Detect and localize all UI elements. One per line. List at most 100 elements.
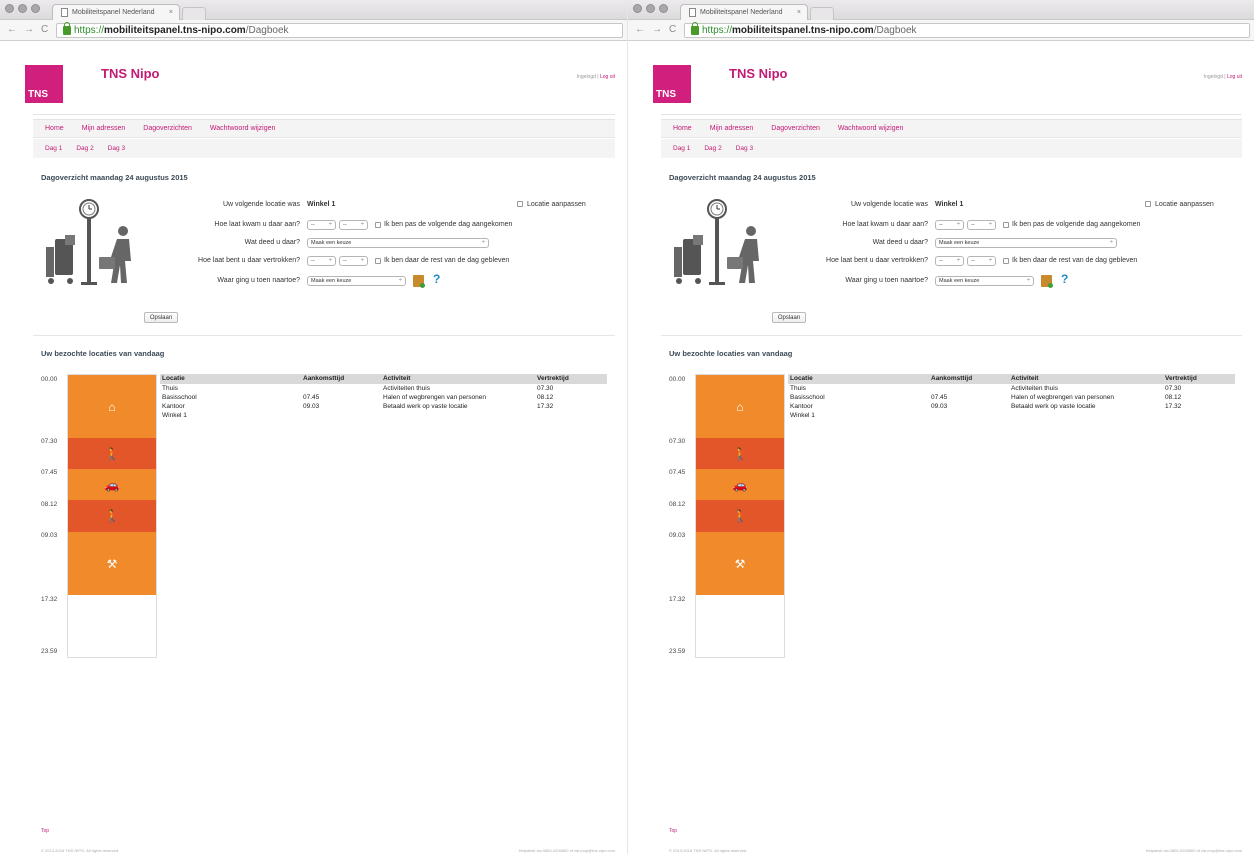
- forward-icon[interactable]: →: [652, 24, 662, 35]
- table-row: Basisschool 07.45 Halen of wegbrengen va…: [788, 393, 1235, 402]
- table-cell: Halen of wegbrengen van personen: [1011, 394, 1114, 401]
- arrival-hour-select[interactable]: --: [307, 220, 336, 230]
- car-icon[interactable]: 🚗: [68, 469, 156, 500]
- table-row: Winkel 1: [160, 411, 607, 420]
- tab-day-2[interactable]: Dag 2: [704, 145, 721, 152]
- adjust-location-checkbox[interactable]: [1145, 201, 1151, 207]
- new-tab-button[interactable]: [182, 7, 206, 20]
- tab-day-1[interactable]: Dag 1: [45, 145, 62, 152]
- activity-select[interactable]: Maak een keuze: [307, 238, 489, 248]
- nav-item-day-overviews[interactable]: Dagoverzichten: [771, 125, 820, 132]
- next-location-label: Uw volgende locatie was: [222, 201, 300, 208]
- reload-icon[interactable]: C: [41, 24, 48, 35]
- arrival-hour-select[interactable]: --: [935, 220, 964, 230]
- table-cell: Basisschool: [790, 394, 825, 401]
- login-status: Ingelogd | Log uit: [1204, 74, 1242, 80]
- window-controls[interactable]: [633, 4, 668, 13]
- reload-icon[interactable]: C: [669, 24, 676, 35]
- time-label: 23.59: [669, 648, 686, 655]
- stayed-checkbox[interactable]: [1003, 258, 1009, 264]
- home-icon[interactable]: ⌂: [696, 375, 784, 438]
- table-cell: Basisschool: [162, 394, 197, 401]
- tab-day-2[interactable]: Dag 2: [76, 145, 93, 152]
- car-icon[interactable]: 🚗: [696, 469, 784, 500]
- next-destination-select[interactable]: Maak een keuze: [935, 276, 1034, 286]
- time-label: 09.03: [41, 532, 58, 539]
- back-icon[interactable]: ←: [635, 24, 645, 35]
- departure-hour-select[interactable]: --: [935, 256, 964, 266]
- close-tab-icon[interactable]: ×: [169, 9, 173, 16]
- page-icon: [689, 8, 696, 17]
- nav-item-day-overviews[interactable]: Dagoverzichten: [143, 125, 192, 132]
- tns-logo[interactable]: TNS: [653, 65, 691, 103]
- tab-day-3[interactable]: Dag 3: [736, 145, 753, 152]
- top-link[interactable]: Top: [41, 828, 49, 834]
- nav-item-addresses[interactable]: Mijn adressen: [710, 125, 754, 132]
- nav-item-change-password[interactable]: Wachtwoord wijzigen: [210, 125, 276, 132]
- nav-item-addresses[interactable]: Mijn adressen: [82, 125, 126, 132]
- adjust-location-label: Locatie aanpassen: [1155, 201, 1214, 208]
- helpdesk-info: Helpdesk via 0800-0200800 of via mop@tns…: [518, 848, 615, 853]
- walk-icon[interactable]: 🚶: [68, 438, 156, 469]
- overview-title: Dagoverzicht maandag 24 augustus 2015: [669, 173, 816, 182]
- save-button[interactable]: Opslaan: [144, 312, 178, 323]
- adjust-location-checkbox[interactable]: [517, 201, 523, 207]
- work-icon[interactable]: ⚒: [68, 532, 156, 595]
- forward-icon[interactable]: →: [24, 24, 34, 35]
- url-field[interactable]: https://mobiliteitspanel.tns-nipo.com/Da…: [684, 22, 1250, 38]
- address-book-icon[interactable]: [1041, 275, 1053, 288]
- time-label: 07.45: [669, 469, 686, 476]
- table-header: Locatie Aankomsttijd Activiteit Vertrekt…: [160, 374, 607, 384]
- url-field[interactable]: https://mobiliteitspanel.tns-nipo.com/Da…: [56, 22, 623, 38]
- home-icon[interactable]: ⌂: [68, 375, 156, 438]
- tns-logo[interactable]: TNS: [25, 65, 63, 103]
- address-book-icon[interactable]: [413, 275, 425, 288]
- departure-minute-select[interactable]: --: [339, 256, 368, 266]
- tab-day-3[interactable]: Dag 3: [108, 145, 125, 152]
- next-day-checkbox[interactable]: [1003, 222, 1009, 228]
- walk-icon[interactable]: 🚶: [68, 500, 156, 532]
- copyright: © 2013-2016 TNS NIPO. All rights reserve…: [41, 848, 120, 853]
- logout-link[interactable]: Log uit: [600, 74, 615, 80]
- top-link[interactable]: Top: [669, 828, 677, 834]
- day-timeline: ⌂ 🚶 🚗 🚶 ⚒: [67, 374, 157, 658]
- column-header: Activiteit: [383, 375, 411, 382]
- browser-tab[interactable]: Mobiliteitspanel Nederland ×: [680, 4, 808, 20]
- browser-tab[interactable]: Mobiliteitspanel Nederland ×: [52, 4, 180, 20]
- time-label: 08.12: [41, 501, 58, 508]
- nav-item-home[interactable]: Home: [45, 125, 64, 132]
- departure-hour-select[interactable]: --: [307, 256, 336, 266]
- departure-minute-select[interactable]: --: [967, 256, 996, 266]
- window-controls[interactable]: [5, 4, 40, 13]
- next-day-label: Ik ben pas de volgende dag aangekomen: [384, 221, 513, 228]
- table-row: Kantoor 09.03 Betaald werk op vaste loca…: [788, 402, 1235, 411]
- back-icon[interactable]: ←: [7, 24, 17, 35]
- stayed-checkbox[interactable]: [375, 258, 381, 264]
- next-destination-select[interactable]: Maak een keuze: [307, 276, 406, 286]
- url-path: /Dagboek: [873, 25, 917, 36]
- time-label: 07.45: [41, 469, 58, 476]
- table-cell: 08.12: [537, 394, 554, 401]
- work-icon[interactable]: ⚒: [696, 532, 784, 595]
- nav-item-home[interactable]: Home: [673, 125, 692, 132]
- nav-item-change-password[interactable]: Wachtwoord wijzigen: [838, 125, 904, 132]
- copyright: © 2013-2016 TNS NIPO. All rights reserve…: [669, 848, 748, 853]
- save-button[interactable]: Opslaan: [772, 312, 806, 323]
- table-cell: 08.12: [1165, 394, 1182, 401]
- next-day-checkbox[interactable]: [375, 222, 381, 228]
- activity-select[interactable]: Maak een keuze: [935, 238, 1117, 248]
- visited-title: Uw bezochte locaties van vandaag: [41, 349, 165, 358]
- help-icon[interactable]: ?: [1061, 272, 1068, 286]
- help-icon[interactable]: ?: [433, 272, 440, 286]
- address-bar: ← → C https://mobiliteitspanel.tns-nipo.…: [628, 20, 1254, 41]
- overview-title: Dagoverzicht maandag 24 augustus 2015: [41, 173, 188, 182]
- walk-icon[interactable]: 🚶: [696, 500, 784, 532]
- new-tab-button[interactable]: [810, 7, 834, 20]
- tab-day-1[interactable]: Dag 1: [673, 145, 690, 152]
- arrival-minute-select[interactable]: --: [967, 220, 996, 230]
- close-tab-icon[interactable]: ×: [797, 9, 801, 16]
- arrival-minute-select[interactable]: --: [339, 220, 368, 230]
- column-header: Locatie: [790, 375, 813, 382]
- logout-link[interactable]: Log uit: [1227, 74, 1242, 80]
- walk-icon[interactable]: 🚶: [696, 438, 784, 469]
